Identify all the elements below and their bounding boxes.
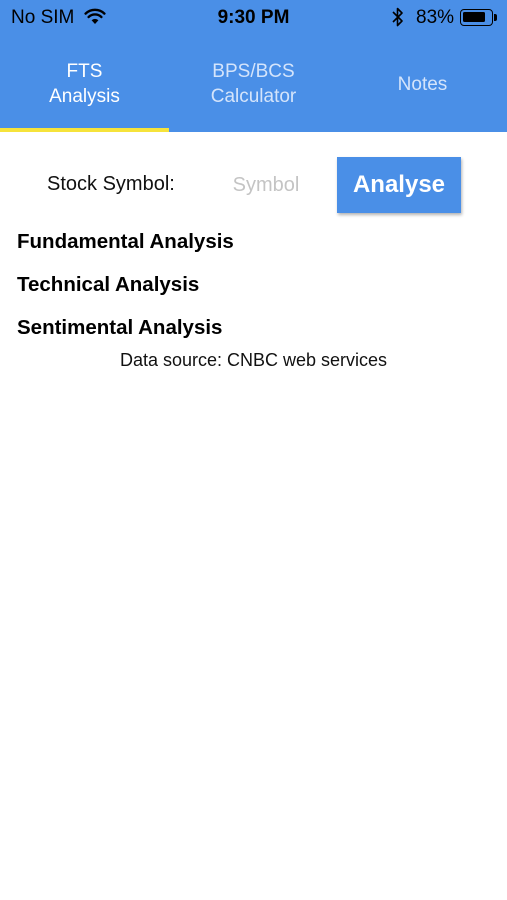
battery-icon bbox=[460, 9, 498, 26]
bluetooth-icon bbox=[392, 7, 403, 27]
active-tab-indicator bbox=[0, 128, 169, 132]
stock-form: Stock Symbol: Analyse bbox=[0, 157, 507, 213]
tab-fts-analysis[interactable]: FTS Analysis bbox=[0, 36, 169, 132]
stock-symbol-label: Stock Symbol: bbox=[47, 173, 175, 195]
battery-fill bbox=[463, 12, 485, 22]
sentimental-analysis-heading[interactable]: Sentimental Analysis bbox=[17, 316, 222, 340]
technical-analysis-heading[interactable]: Technical Analysis bbox=[17, 273, 199, 297]
status-bar: No SIM 9:30 PM 83% bbox=[0, 0, 507, 36]
data-source-note: Data source: CNBC web services bbox=[119, 350, 388, 370]
analyse-button[interactable]: Analyse bbox=[337, 157, 461, 213]
tab-bps-bcs-calculator[interactable]: BPS/BCS Calculator bbox=[169, 36, 338, 132]
tab-bar: FTS Analysis BPS/BCS Calculator Notes bbox=[0, 36, 507, 132]
symbol-input[interactable] bbox=[214, 167, 318, 203]
battery-percent: 83% bbox=[416, 7, 455, 28]
app-header: No SIM 9:30 PM 83% FTS Analysis BPS/BCS … bbox=[0, 0, 507, 132]
fundamental-analysis-heading[interactable]: Fundamental Analysis bbox=[17, 230, 234, 254]
tab-notes[interactable]: Notes bbox=[338, 36, 507, 132]
